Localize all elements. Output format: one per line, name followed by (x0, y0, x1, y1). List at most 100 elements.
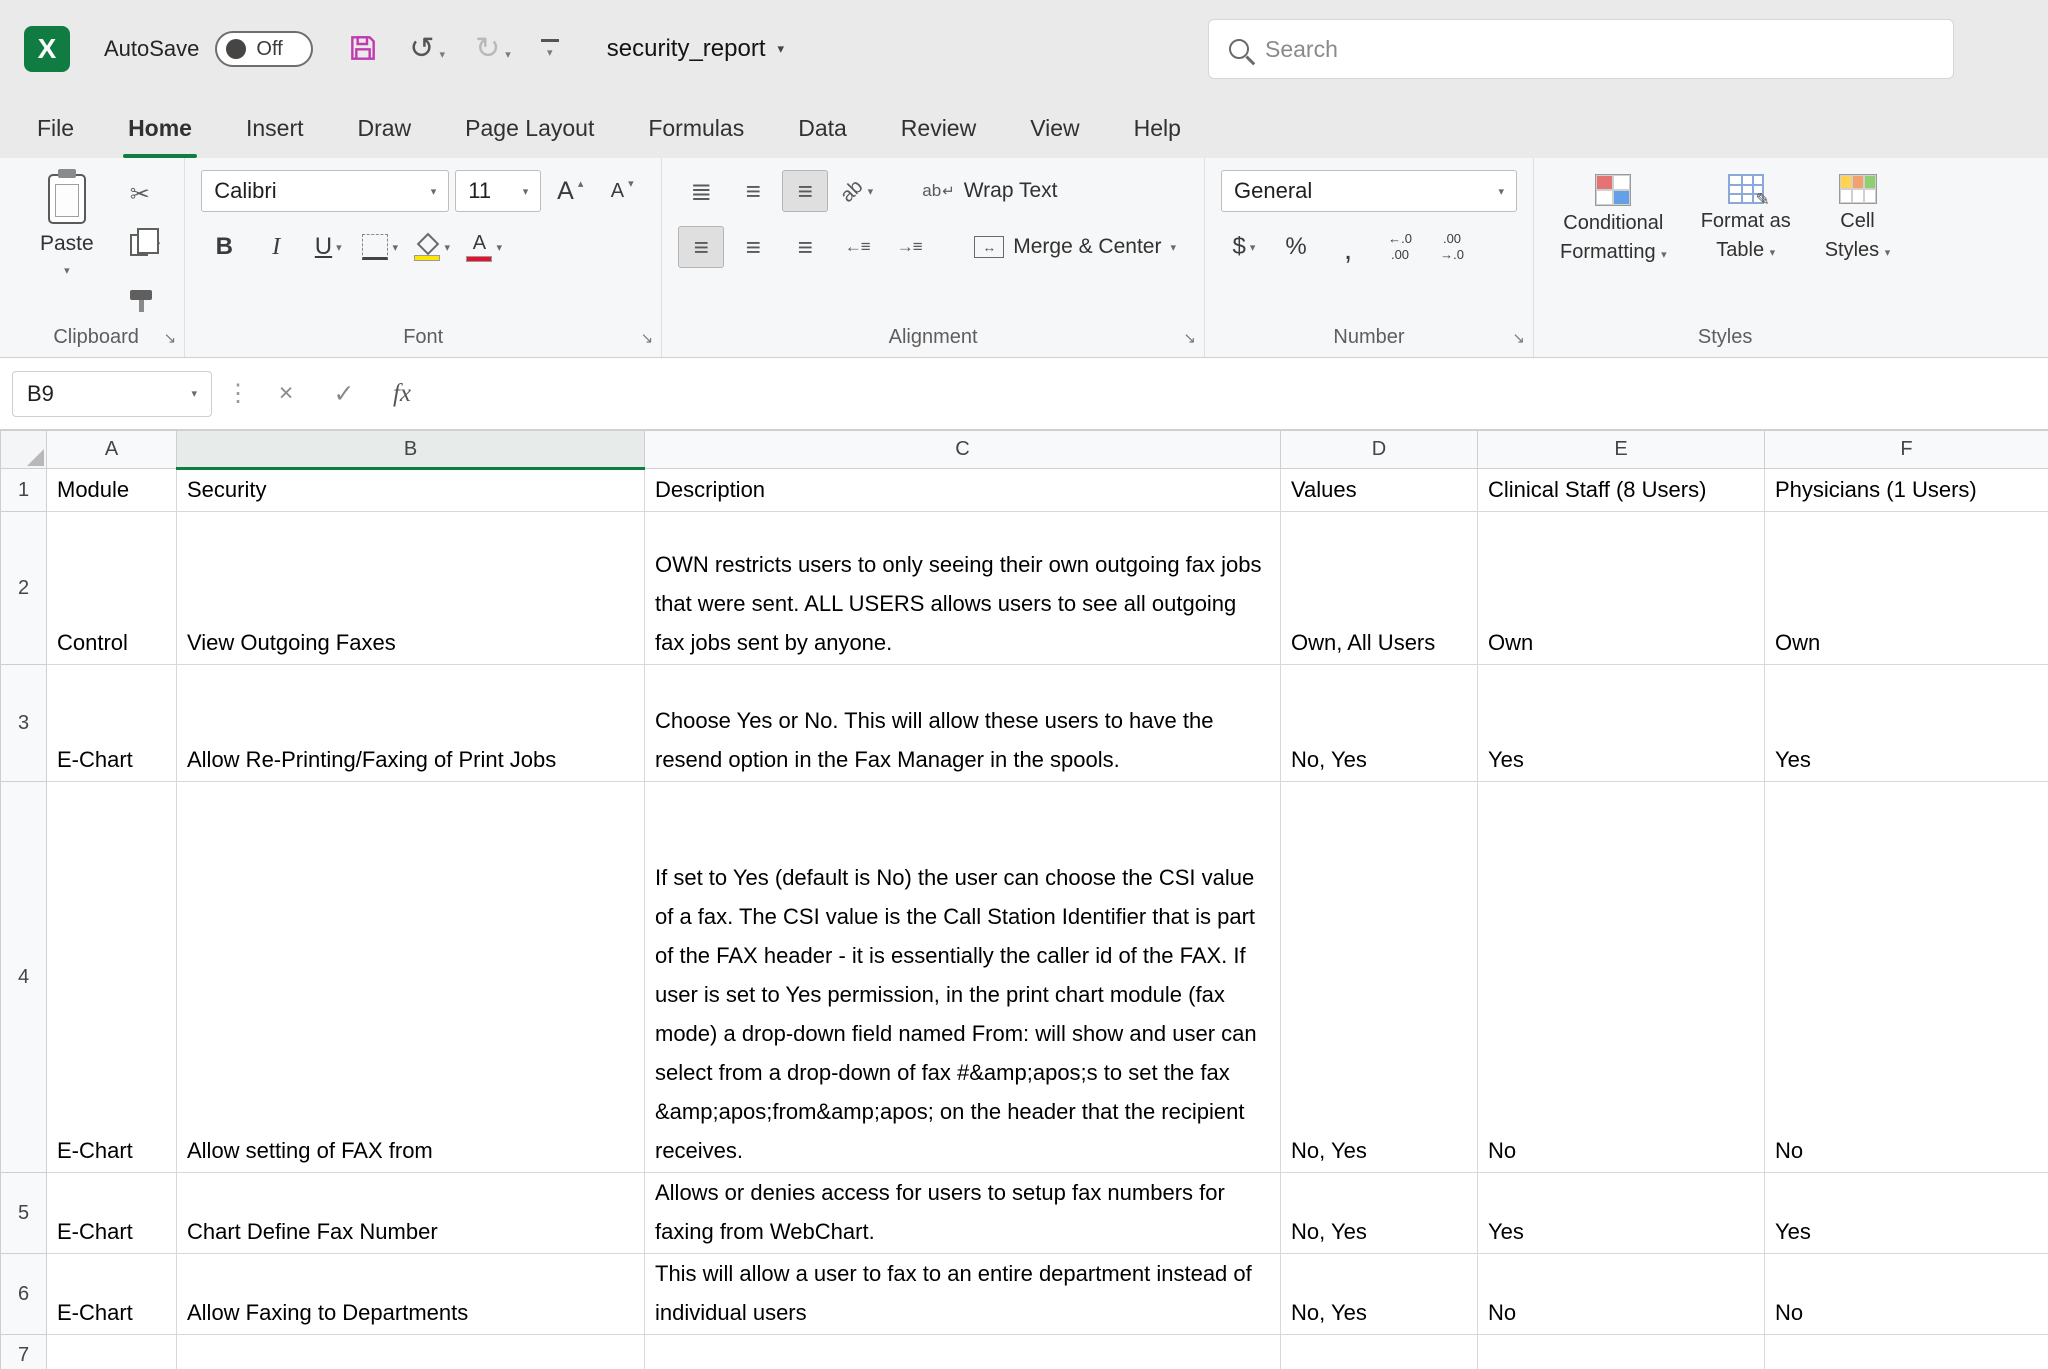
column-header-D[interactable]: D (1281, 431, 1478, 469)
copy-button[interactable]: ▾ (122, 223, 169, 267)
increase-indent-button[interactable]: →≡ (886, 226, 932, 268)
cut-button[interactable]: ✂ (122, 172, 169, 216)
align-right-button[interactable]: ≡ (782, 226, 828, 268)
tab-view[interactable]: View (1003, 98, 1106, 158)
cell-F7[interactable] (1765, 1335, 2048, 1369)
cell-D4[interactable]: No, Yes (1281, 782, 1478, 1173)
tab-review[interactable]: Review (874, 98, 1003, 158)
decrease-decimal-button[interactable]: .00 →.0 (1429, 226, 1475, 268)
autosave-toggle[interactable]: Off (215, 31, 313, 67)
cell-E1[interactable]: Clinical Staff (8 Users) (1478, 469, 1765, 512)
align-center-button[interactable]: ≡ (730, 226, 776, 268)
cell-B5[interactable]: Chart Define Fax Number (177, 1173, 645, 1254)
cell-D6[interactable]: No, Yes (1281, 1254, 1478, 1335)
cell-C6[interactable]: This will allow a user to fax to an enti… (645, 1254, 1281, 1335)
cell-C7[interactable] (645, 1335, 1281, 1369)
alignment-dialog-launcher[interactable]: ↘ (1183, 329, 1196, 347)
cell-C2[interactable]: OWN restricts users to only seeing their… (645, 512, 1281, 665)
column-header-A[interactable]: A (47, 431, 177, 469)
workbook-title[interactable]: security_report ▾ (607, 35, 784, 63)
row-header-3[interactable]: 3 (1, 665, 47, 782)
cell-E2[interactable]: Own (1478, 512, 1765, 665)
row-header-7[interactable]: 7 (1, 1335, 47, 1369)
increase-font-size-button[interactable]: A ▴ (547, 170, 593, 212)
cancel-button[interactable]: × (264, 379, 308, 408)
cell-B7[interactable] (177, 1335, 645, 1369)
cell-F2[interactable]: Own (1765, 512, 2048, 665)
column-header-F[interactable]: F (1765, 431, 2048, 469)
cell-A3[interactable]: E-Chart (47, 665, 177, 782)
row-header-6[interactable]: 6 (1, 1254, 47, 1335)
align-bottom-button[interactable]: ≡ (782, 170, 828, 212)
cell-E7[interactable] (1478, 1335, 1765, 1369)
tab-draw[interactable]: Draw (331, 98, 439, 158)
column-header-E[interactable]: E (1478, 431, 1765, 469)
cell-B6[interactable]: Allow Faxing to Departments (177, 1254, 645, 1335)
underline-button[interactable]: U ▾ (305, 226, 351, 268)
cell-B2[interactable]: View Outgoing Faxes (177, 512, 645, 665)
tab-data[interactable]: Data (771, 98, 874, 158)
cell-E5[interactable]: Yes (1478, 1173, 1765, 1254)
enter-button[interactable]: ✓ (322, 379, 366, 409)
wrap-text-button[interactable]: ab ↵ Wrap Text (910, 170, 1069, 212)
cell-F3[interactable]: Yes (1765, 665, 2048, 782)
borders-button[interactable]: ▾ (357, 226, 403, 268)
tab-insert[interactable]: Insert (219, 98, 331, 158)
formula-input[interactable] (438, 371, 2036, 417)
cell-A7[interactable] (47, 1335, 177, 1369)
cell-F4[interactable]: No (1765, 782, 2048, 1173)
cell-E6[interactable]: No (1478, 1254, 1765, 1335)
cell-C1[interactable]: Description (645, 469, 1281, 512)
row-header-5[interactable]: 5 (1, 1173, 47, 1254)
cell-B1[interactable]: Security (177, 469, 645, 512)
qat-customize-button[interactable]: ▾ (541, 39, 559, 59)
save-button[interactable] (347, 32, 379, 67)
column-header-B[interactable]: B (177, 431, 645, 469)
cell-F5[interactable]: Yes (1765, 1173, 2048, 1254)
cell-B4[interactable]: Allow setting of FAX from (177, 782, 645, 1173)
cell-D7[interactable] (1281, 1335, 1478, 1369)
cell-F1[interactable]: Physicians (1 Users) (1765, 469, 2048, 512)
undo-button[interactable]: ↺ ▾ (409, 34, 445, 64)
bold-button[interactable]: B (201, 226, 247, 268)
tab-file[interactable]: File (10, 98, 101, 158)
align-top-button[interactable]: ≣ (678, 170, 724, 212)
decrease-font-size-button[interactable]: A ▾ (599, 170, 645, 212)
align-middle-button[interactable]: ≡ (730, 170, 776, 212)
excel-app-icon[interactable]: X (24, 26, 70, 72)
merge-center-button[interactable]: ↔ Merge & Center ▾ (962, 226, 1188, 268)
paste-button[interactable]: Paste ▾ (24, 170, 110, 319)
cell-D2[interactable]: Own, All Users (1281, 512, 1478, 665)
decrease-indent-button[interactable]: ←≡ (834, 226, 880, 268)
row-header-4[interactable]: 4 (1, 782, 47, 1173)
orientation-button[interactable]: ab ▾ (834, 170, 880, 212)
tab-help[interactable]: Help (1107, 98, 1208, 158)
cell-D1[interactable]: Values (1281, 469, 1478, 512)
row-header-2[interactable]: 2 (1, 512, 47, 665)
accounting-format-button[interactable]: $ ▾ (1221, 226, 1267, 268)
cell-A6[interactable]: E-Chart (47, 1254, 177, 1335)
increase-decimal-button[interactable]: ←.0 .00 (1377, 226, 1423, 268)
name-box[interactable]: B9 ▾ (12, 371, 212, 417)
select-all-corner[interactable] (1, 431, 47, 469)
font-size-select[interactable]: 11 ▾ (455, 170, 541, 212)
redo-button[interactable]: ↻ ▾ (475, 34, 511, 64)
conditional-formatting-button[interactable]: Conditional Formatting ▾ (1550, 170, 1677, 268)
cell-A1[interactable]: Module (47, 469, 177, 512)
number-format-select[interactable]: General ▾ (1221, 170, 1517, 212)
fill-color-button[interactable]: ▾ (409, 226, 455, 268)
row-header-1[interactable]: 1 (1, 469, 47, 512)
cell-A4[interactable]: E-Chart (47, 782, 177, 1173)
font-family-select[interactable]: Calibri ▾ (201, 170, 449, 212)
italic-button[interactable]: I (253, 226, 299, 268)
cell-B3[interactable]: Allow Re-Printing/Faxing of Print Jobs (177, 665, 645, 782)
cell-C4[interactable]: If set to Yes (default is No) the user c… (645, 782, 1281, 1173)
cell-E3[interactable]: Yes (1478, 665, 1765, 782)
cell-C3[interactable]: Choose Yes or No. This will allow these … (645, 665, 1281, 782)
number-dialog-launcher[interactable]: ↘ (1512, 329, 1525, 347)
cell-styles-button[interactable]: Cell Styles ▾ (1815, 170, 1901, 266)
tab-page-layout[interactable]: Page Layout (438, 98, 621, 158)
align-left-button[interactable]: ≡ (678, 226, 724, 268)
cell-C5[interactable]: Allows or denies access for users to set… (645, 1173, 1281, 1254)
search-box[interactable] (1208, 19, 1954, 79)
